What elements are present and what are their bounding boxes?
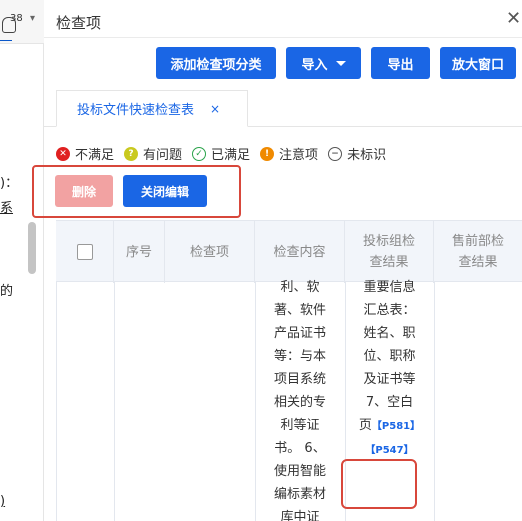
- header-seq: 序号: [114, 221, 165, 283]
- bid-line: 重要信息: [363, 280, 416, 295]
- bid-line: 姓名、职: [363, 326, 416, 341]
- bid-line: 7、空白: [365, 395, 414, 410]
- content-line: 使用智能: [273, 464, 326, 479]
- legend-item-attention: ! 注意项: [260, 144, 318, 163]
- minus-circle-icon: −: [328, 146, 343, 161]
- highlight-box: [341, 459, 417, 509]
- content-line: 编标素材: [273, 487, 326, 502]
- bid-line: 及证书等: [363, 372, 416, 387]
- caret-down-icon: [335, 60, 346, 66]
- exclamation-circle-icon: !: [260, 146, 275, 161]
- select-all-cell: [56, 221, 114, 283]
- question-circle-icon: ?: [124, 146, 139, 161]
- side-text: 系: [0, 201, 14, 216]
- enlarge-window-button[interactable]: 放大窗口: [440, 47, 516, 79]
- legend-label: 不满足: [75, 148, 115, 163]
- enlarge-label: 放大窗口: [451, 57, 504, 73]
- page-ref-link[interactable]: 【P581】: [372, 421, 420, 432]
- header-text: 查结果: [458, 255, 498, 270]
- page-number: 38: [10, 13, 23, 24]
- bid-result-cell: 重要信息 汇总表： 姓名、职 位、职称 及证书等 7、空白 页【P581】 【P…: [345, 276, 434, 462]
- side-text: ): [0, 494, 6, 509]
- panel-title: 检查项: [56, 14, 102, 32]
- content-line: 书。 6、: [274, 441, 326, 456]
- bid-line: 汇总表：: [363, 303, 416, 318]
- content-line: 库中证: [280, 510, 320, 521]
- import-label: 导入: [301, 57, 328, 73]
- legend-label: 有问题: [143, 148, 183, 163]
- content-line: 等：与本: [273, 349, 326, 364]
- header-presale-result: 售前部检 查结果: [434, 221, 522, 283]
- tab-close-icon[interactable]: ×: [210, 102, 220, 116]
- content-cell: 利、软 著、软件 产品证书 等：与本 项目系统 相关的专 利等证 书。 6、 使…: [255, 276, 345, 521]
- page-ref-link[interactable]: 【P547】: [365, 445, 413, 456]
- content-line: 著、软件: [273, 303, 326, 318]
- side-text: 的: [0, 284, 14, 299]
- add-category-button[interactable]: 添加检查项分类: [156, 47, 276, 79]
- header-divider: [44, 37, 522, 38]
- chevron-down-icon[interactable]: ▾: [30, 13, 35, 24]
- legend-label: 已满足: [211, 148, 251, 163]
- status-legend: ✕ 不满足 ? 有问题 ✓ 已满足 ! 注意项 − 未标识: [56, 144, 396, 163]
- screen: 38 ▾ )： 系 的 ) 检查项 ✕ 添加检查项分类 导入 导出 放大窗口 投…: [0, 0, 522, 521]
- check-table: 序号 检查项 检查内容 投标组检 查结果 售前部检 查结果 利、软 著、软件 产…: [56, 220, 522, 521]
- import-button[interactable]: 导入: [286, 47, 361, 79]
- highlight-box: [32, 165, 241, 218]
- link-underline: [0, 40, 12, 41]
- legend-item-satisfied: ✓ 已满足: [192, 144, 250, 163]
- close-icon[interactable]: ✕: [506, 8, 521, 29]
- content-line: 相关的专: [273, 395, 326, 410]
- header-text: 查结果: [369, 255, 409, 270]
- table-header: 序号 检查项 检查内容 投标组检 查结果 售前部检 查结果: [56, 220, 522, 283]
- tab-quick-check[interactable]: 投标文件快速检查表 ×: [56, 90, 248, 127]
- side-text: )：: [0, 176, 19, 191]
- add-category-label: 添加检查项分类: [170, 57, 262, 73]
- header-text: 投标组检: [362, 234, 415, 249]
- legend-label: 未标识: [347, 148, 387, 163]
- select-all-checkbox[interactable]: [76, 244, 93, 260]
- bid-line: 页: [358, 418, 372, 433]
- column-divider: [434, 282, 435, 521]
- content-line: 利等证: [280, 418, 320, 433]
- content-line: 利、软: [280, 280, 320, 295]
- legend-item-has-problem: ? 有问题: [124, 144, 182, 163]
- scrollbar-thumb[interactable]: [28, 222, 36, 274]
- background-toolbar: 38 ▾: [0, 0, 44, 44]
- content-line: 项目系统: [273, 372, 326, 387]
- export-button[interactable]: 导出: [371, 47, 430, 79]
- header-item: 检查项: [165, 221, 255, 283]
- column-divider: [114, 282, 115, 521]
- background-document-strip: 38 ▾ )： 系 的 ): [0, 0, 44, 521]
- content-line: 产品证书: [273, 326, 326, 341]
- header-bid-result: 投标组检 查结果: [345, 221, 434, 283]
- header-text: 售前部检: [451, 234, 504, 249]
- check-circle-icon: ✓: [192, 146, 207, 161]
- header-content: 检查内容: [255, 221, 345, 283]
- bid-line-with-ref: 页【P581】: [345, 414, 434, 438]
- legend-item-not-satisfied: ✕ 不满足: [56, 144, 114, 163]
- column-divider: [56, 282, 57, 521]
- x-circle-icon: ✕: [56, 146, 70, 161]
- legend-label: 注意项: [279, 148, 319, 163]
- legend-item-unmarked: − 未标识: [328, 144, 386, 163]
- export-label: 导出: [387, 57, 414, 73]
- tab-label: 投标文件快速检查表: [77, 103, 195, 118]
- bid-line: 位、职称: [363, 349, 416, 364]
